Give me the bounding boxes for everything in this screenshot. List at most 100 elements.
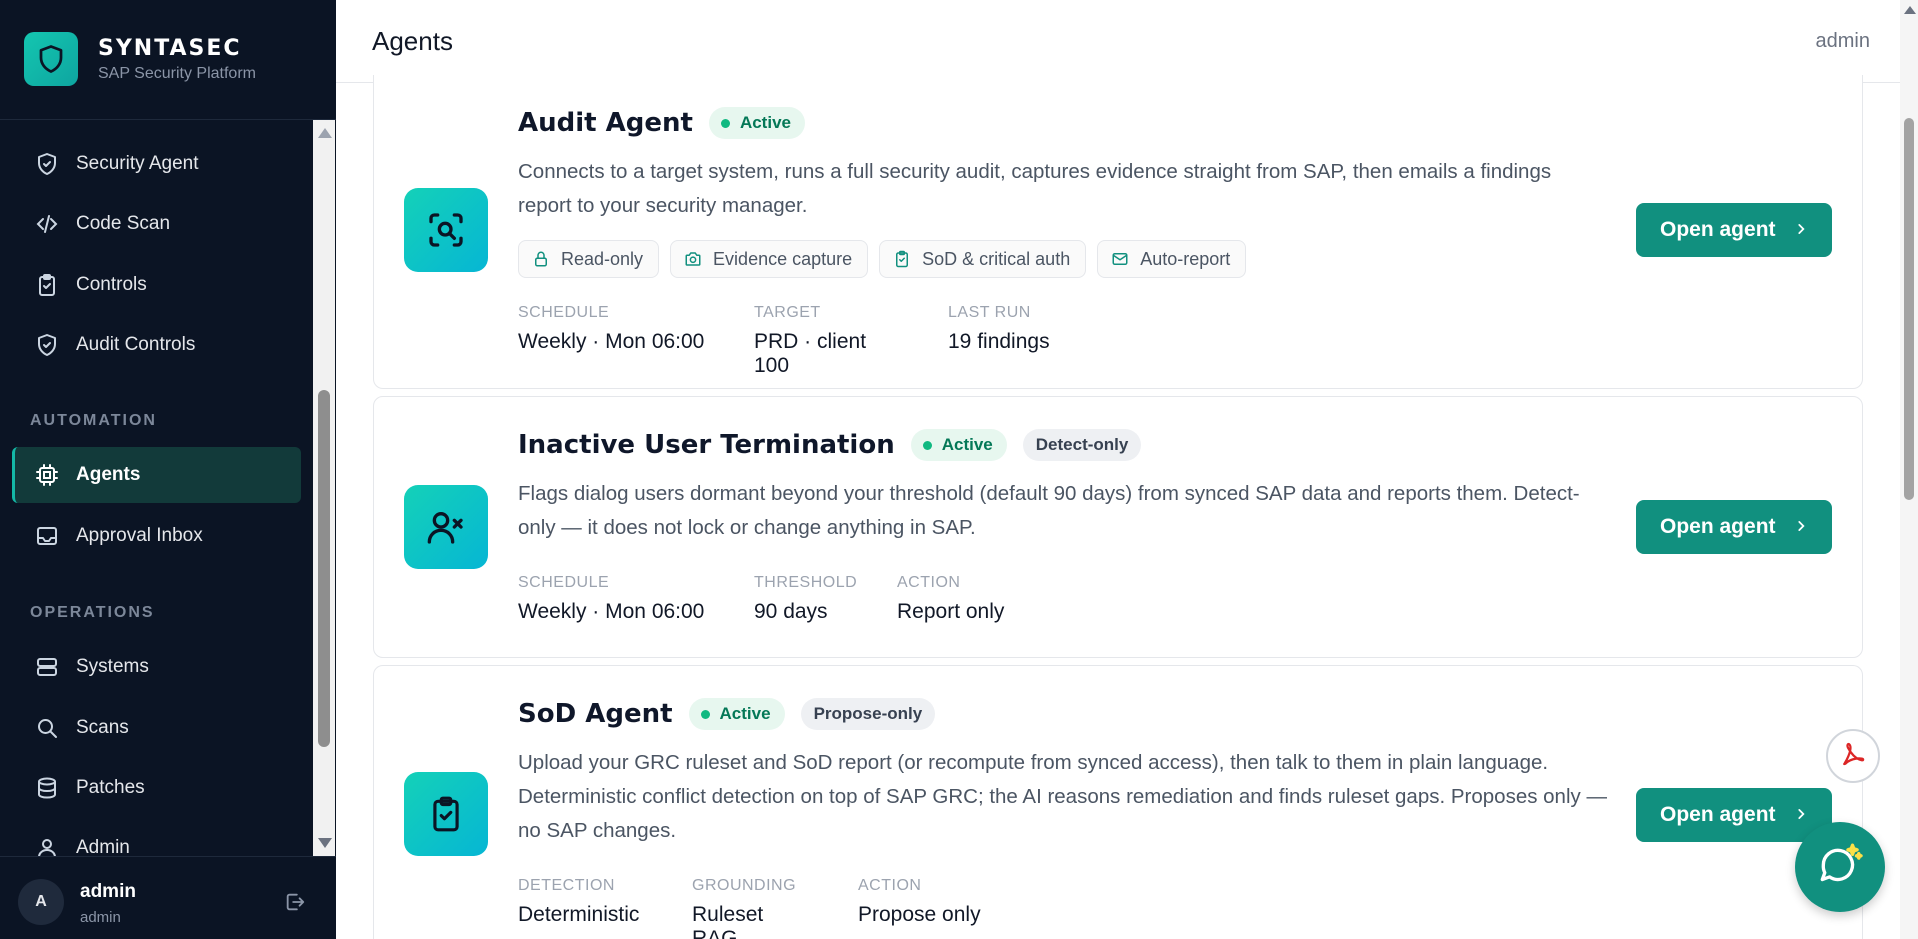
meta-label: ACTION bbox=[858, 877, 922, 894]
chat-sparkle-icon bbox=[1815, 840, 1865, 895]
brand-name: SYNTASEC bbox=[98, 35, 242, 61]
meta-label: SCHEDULE bbox=[518, 574, 610, 591]
chevron-right-icon bbox=[1794, 515, 1808, 539]
sidebar-item-approval-inbox[interactable]: Approval Inbox bbox=[12, 508, 301, 564]
sidebar-item-patches[interactable]: Patches bbox=[12, 760, 301, 816]
sidebar-item-agents[interactable]: Agents bbox=[12, 447, 301, 503]
sidebar: SYNTASEC SAP Security Platform Security … bbox=[0, 0, 336, 939]
agent-card-audit: Audit Agent Active Connects to a target … bbox=[373, 75, 1863, 389]
sidebar-item-label: Controls bbox=[76, 274, 147, 295]
button-label: Open agent bbox=[1660, 515, 1776, 538]
scroll-down-arrow-icon[interactable] bbox=[318, 838, 332, 848]
meta-value: 90 days bbox=[754, 600, 828, 623]
scroll-thumb[interactable] bbox=[318, 390, 330, 747]
top-header: Agents admin bbox=[336, 0, 1900, 83]
main-scrollbar[interactable] bbox=[1900, 0, 1918, 939]
status-dot-icon bbox=[700, 709, 710, 719]
agent-card-inactive-user-termination: Inactive User Termination Active Detect-… bbox=[373, 396, 1863, 658]
server-icon bbox=[34, 654, 60, 680]
agent-title: Inactive User Termination bbox=[518, 430, 895, 460]
scroll-up-arrow-icon[interactable] bbox=[1904, 6, 1916, 14]
shield-logo-icon bbox=[24, 32, 78, 86]
chevron-right-icon bbox=[1794, 803, 1808, 827]
chip-label: Read-only bbox=[561, 248, 644, 269]
open-agent-button[interactable]: Open agent bbox=[1636, 788, 1832, 842]
pdf-export-button[interactable] bbox=[1826, 729, 1880, 783]
meta-value: PRD · client 100 bbox=[754, 330, 867, 377]
agent-title: SoD Agent bbox=[518, 699, 673, 729]
meta-label: THRESHOLD bbox=[754, 574, 858, 591]
meta-value: Report only bbox=[897, 600, 1005, 623]
sidebar-item-label: Code Scan bbox=[76, 213, 171, 234]
sidebar-item-label: Audit Controls bbox=[76, 334, 196, 355]
sidebar-item-admin[interactable]: Admin bbox=[12, 820, 301, 856]
lock-icon bbox=[531, 249, 551, 269]
inbox-icon bbox=[34, 523, 60, 549]
page-title: Agents bbox=[372, 26, 453, 56]
chip-auto-report: Auto-report bbox=[1097, 240, 1247, 278]
status-badge: Active bbox=[910, 429, 1007, 461]
chevron-right-icon bbox=[1794, 218, 1808, 242]
sidebar-item-code-scan[interactable]: Code Scan bbox=[12, 196, 301, 252]
meta-value: 19 findings bbox=[948, 330, 1050, 353]
meta-label: SCHEDULE bbox=[518, 304, 610, 321]
agent-description: Upload your GRC ruleset and SoD report (… bbox=[518, 751, 1607, 842]
user-profile: A admin admin bbox=[0, 856, 336, 939]
clipboard-check-icon bbox=[34, 272, 60, 298]
mode-badge: Propose-only bbox=[800, 698, 936, 730]
sidebar-item-label: Systems bbox=[76, 656, 149, 677]
pdf-icon bbox=[1838, 739, 1868, 774]
agent-description: Connects to a target system, runs a full… bbox=[518, 160, 1552, 217]
camera-icon bbox=[683, 249, 703, 269]
sidebar-item-scans[interactable]: Scans bbox=[12, 700, 301, 756]
status-badge: Active bbox=[688, 698, 785, 730]
header-user-menu[interactable]: admin bbox=[1816, 30, 1870, 53]
status-label: Active bbox=[719, 704, 771, 723]
agent-description: Flags dialog users dormant beyond your t… bbox=[518, 482, 1580, 539]
agent-title: Audit Agent bbox=[518, 108, 693, 138]
avatar[interactable]: A bbox=[18, 879, 64, 925]
meta-label: TARGET bbox=[754, 304, 821, 321]
open-agent-button[interactable]: Open agent bbox=[1636, 203, 1832, 257]
nav-section-automation: AUTOMATION bbox=[30, 412, 157, 429]
user-role: admin bbox=[80, 909, 121, 926]
meta-value: Deterministic bbox=[518, 903, 640, 926]
button-label: Open agent bbox=[1660, 218, 1776, 241]
code-icon bbox=[34, 211, 60, 237]
meta-value: Propose only bbox=[858, 903, 981, 926]
button-label: Open agent bbox=[1660, 803, 1776, 826]
sidebar-item-label: Approval Inbox bbox=[76, 525, 203, 546]
status-label: Active bbox=[941, 435, 993, 454]
sidebar-item-audit-controls[interactable]: Audit Controls bbox=[12, 317, 301, 373]
status-badge: Active bbox=[708, 107, 805, 139]
status-dot-icon bbox=[922, 440, 932, 450]
sidebar-item-systems[interactable]: Systems bbox=[12, 639, 301, 695]
brand[interactable]: SYNTASEC SAP Security Platform bbox=[24, 32, 256, 86]
user-name: admin bbox=[80, 881, 136, 902]
sidebar-item-controls[interactable]: Controls bbox=[12, 257, 301, 313]
users-icon bbox=[34, 835, 60, 856]
agent-meta: SCHEDULE Weekly · Mon 06:00 THRESHOLD 90 d… bbox=[518, 574, 1052, 624]
status-dot-icon bbox=[720, 118, 730, 128]
user-x-icon bbox=[404, 485, 488, 569]
chip-label: SoD & critical auth bbox=[922, 248, 1071, 269]
sidebar-item-security-agent[interactable]: Security Agent bbox=[12, 136, 301, 192]
meta-label: LAST RUN bbox=[948, 304, 1031, 321]
status-label: Active bbox=[739, 113, 791, 132]
mode-badge: Detect-only bbox=[1022, 429, 1142, 461]
scroll-thumb[interactable] bbox=[1904, 118, 1914, 500]
sidebar-scrollbar[interactable] bbox=[313, 120, 335, 856]
database-icon bbox=[34, 775, 60, 801]
logout-icon[interactable] bbox=[284, 891, 306, 918]
scroll-up-arrow-icon[interactable] bbox=[318, 128, 332, 138]
agent-meta: DETECTION Deterministic GROUNDING Ruleset … bbox=[518, 877, 1029, 939]
ai-chat-button[interactable] bbox=[1795, 822, 1885, 912]
agent-card-sod: SoD Agent Active Propose-only Upload you… bbox=[373, 665, 1863, 939]
cpu-icon bbox=[34, 462, 60, 488]
meta-label: ACTION bbox=[897, 574, 961, 591]
sidebar-item-label: Agents bbox=[76, 464, 141, 485]
scan-search-icon bbox=[404, 188, 488, 272]
mail-icon bbox=[1110, 249, 1130, 269]
open-agent-button[interactable]: Open agent bbox=[1636, 500, 1832, 554]
brand-subtitle: SAP Security Platform bbox=[98, 64, 256, 82]
